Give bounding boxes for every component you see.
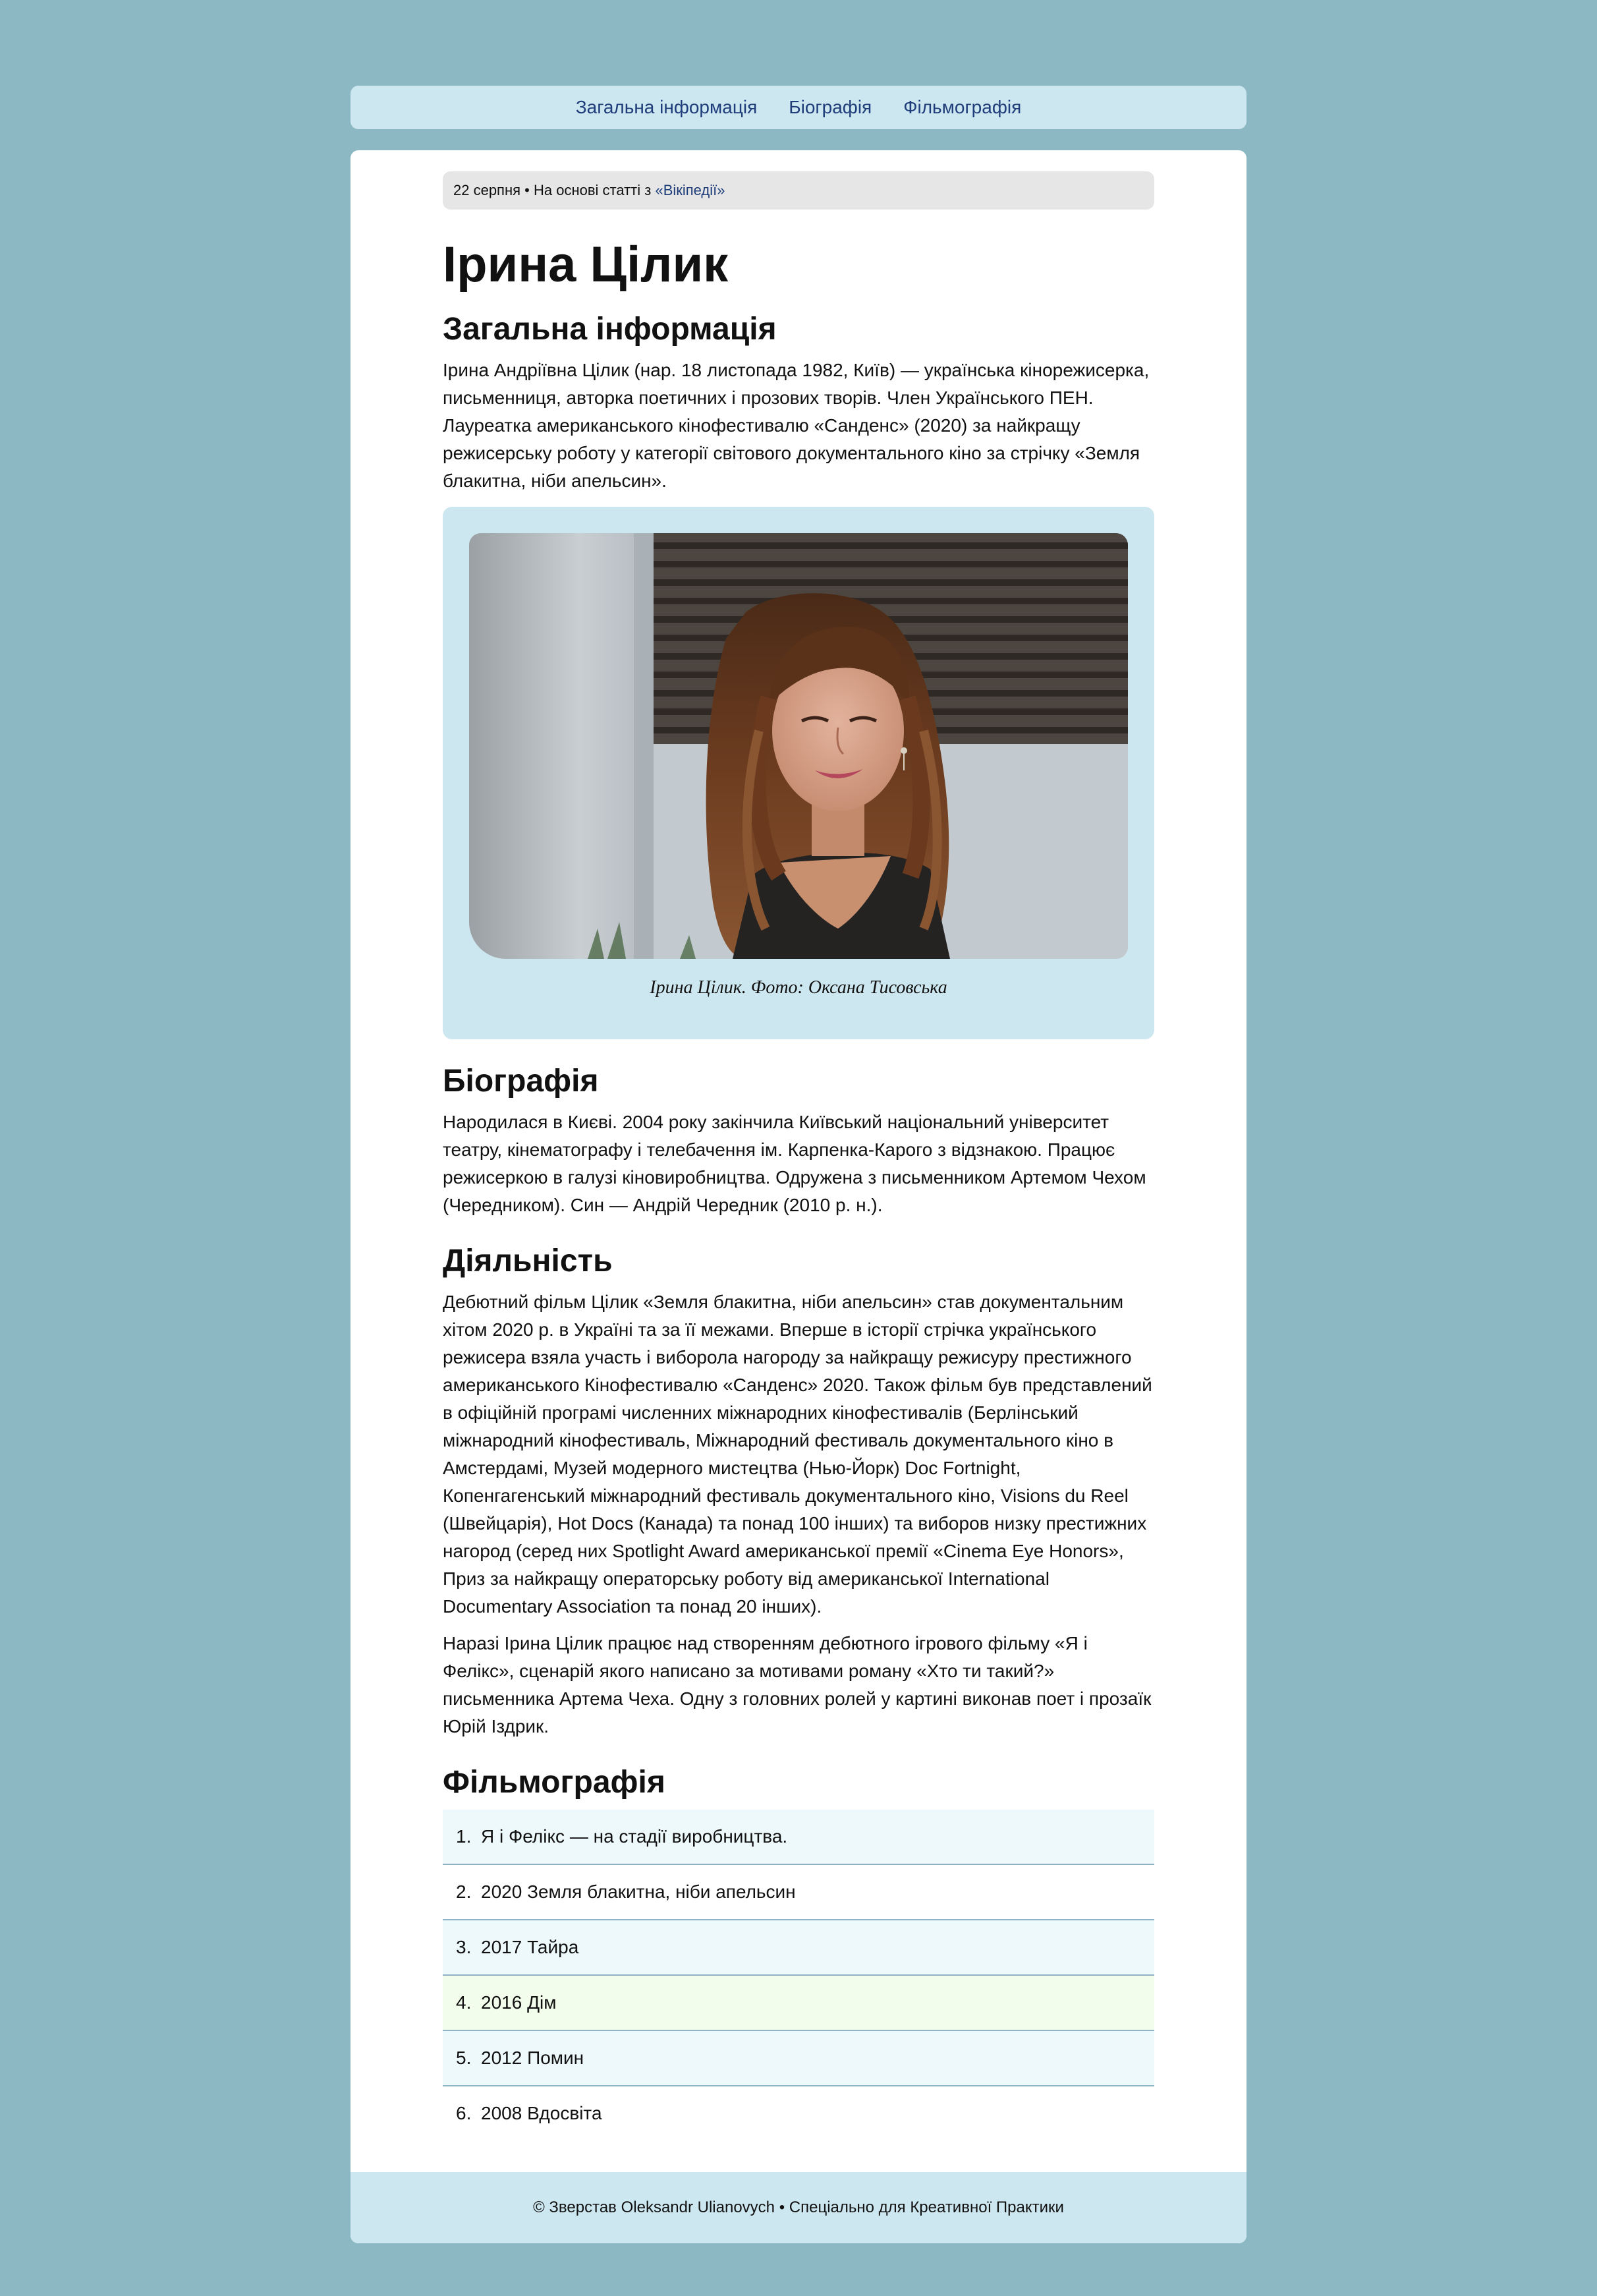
list-item-number: 2. <box>456 1881 472 1903</box>
wikipedia-link[interactable]: «Вікіпедії» <box>655 182 725 198</box>
list-item: 5. 2012 Помин <box>443 2031 1154 2087</box>
section-heading-filmography: Фільмографія <box>443 1765 665 1800</box>
list-item-text: Я і Фелікс — на стадії виробництва. <box>481 1826 788 1847</box>
footer-text: © Зверстав Oleksandr Ulianovych • Спеціа… <box>533 2198 1064 2216</box>
list-item-number: 1. <box>456 1826 472 1847</box>
list-item-number: 5. <box>456 2048 472 2069</box>
list-item: 6. 2008 Вдосвіта <box>443 2086 1154 2141</box>
top-navigation: Загальна інформація Біографія Фільмограф… <box>350 86 1247 129</box>
section-heading-activity: Діяльність <box>443 1243 613 1278</box>
list-item-text: 2008 Вдосвіта <box>481 2103 602 2124</box>
nav-link-biography[interactable]: Біографія <box>789 97 872 118</box>
filmography-list: 1. Я і Фелікс — на стадії виробництва. 2… <box>443 1810 1154 2141</box>
article-content: 22 серпня • На основі статті з «Вікіпеді… <box>443 171 1154 2141</box>
section-heading-general: Загальна інформація <box>443 311 777 347</box>
list-item-text: 2020 Земля блакитна, ніби апельсин <box>481 1881 796 1903</box>
page-title: Ірина Цілик <box>443 237 729 293</box>
meta-separator: • <box>520 182 534 198</box>
nav-link-filmography[interactable]: Фільмографія <box>903 97 1021 118</box>
list-item-text: 2012 Помин <box>481 2048 584 2069</box>
biography-paragraph: Народилася в Києві. 2004 року закінчила … <box>443 1111 1146 1215</box>
portrait-photo <box>469 532 1128 959</box>
list-item-text: 2016 Дім <box>481 1992 557 2013</box>
list-item-number: 4. <box>456 1992 472 2013</box>
photo-caption: Ірина Цілик. Фото: Оксана Тисовська <box>650 977 947 998</box>
list-item: 3. 2017 Тайра <box>443 1920 1154 1976</box>
list-item: 1. Я і Фелікс — на стадії виробництва. <box>443 1810 1154 1866</box>
article-card: 22 серпня • На основі статті з «Вікіпеді… <box>350 150 1247 2243</box>
list-item-number: 3. <box>456 1937 472 1958</box>
list-item: 4. 2016 Дім <box>443 1976 1154 2032</box>
article-date: 22 серпня <box>453 182 521 198</box>
nav-link-general[interactable]: Загальна інформація <box>576 97 758 118</box>
portrait-figure: Ірина Цілик. Фото: Оксана Тисовська <box>443 506 1154 1039</box>
list-item-text: 2017 Тайра <box>481 1937 579 1958</box>
page-footer: © Зверстав Oleksandr Ulianovych • Спеціа… <box>350 2172 1247 2243</box>
activity-paragraph: Наразі Ірина Цілик працює над створенням… <box>443 1633 1152 1737</box>
general-paragraph: Ірина Андріївна Цілик (нар. 18 листопада… <box>443 359 1150 491</box>
section-heading-biography: Біографія <box>443 1063 599 1099</box>
list-item: 2. 2020 Земля блакитна, ніби апельсин <box>443 1865 1154 1921</box>
source-prefix: На основі статті з <box>533 182 656 198</box>
list-item-number: 6. <box>456 2103 472 2124</box>
activity-paragraph: Дебютний фільм Цілик «Земля блакитна, ні… <box>443 1292 1152 1617</box>
article-meta: 22 серпня • На основі статті з «Вікіпеді… <box>443 171 1154 210</box>
